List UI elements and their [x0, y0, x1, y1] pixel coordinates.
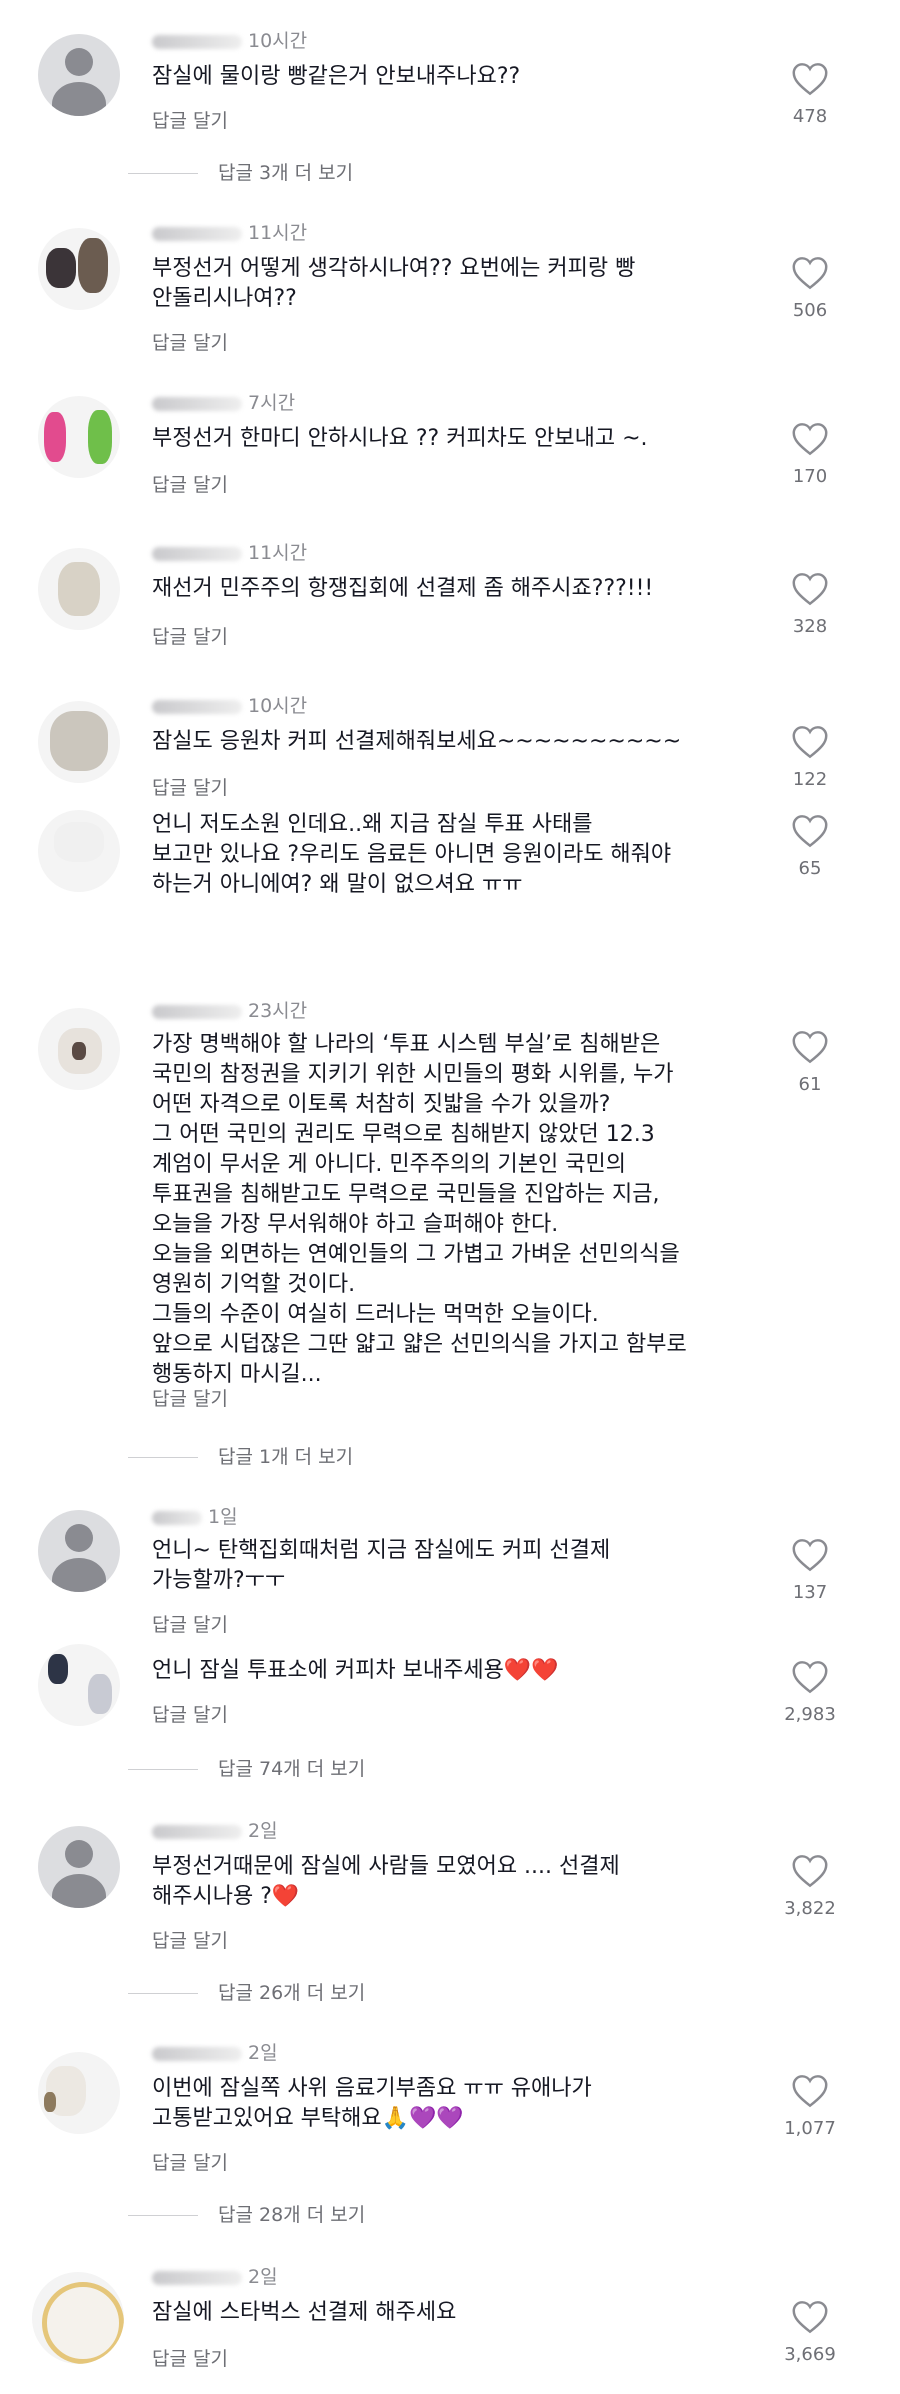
- comment-meta: 10시간: [152, 26, 307, 53]
- avatar[interactable]: [38, 548, 120, 630]
- comment-meta: 11시간: [152, 538, 307, 565]
- like-button[interactable]: 122: [760, 725, 860, 790]
- view-more-replies[interactable]: 답글 3개 더 보기: [128, 158, 353, 185]
- like-button[interactable]: 3,669: [760, 2300, 860, 2365]
- reply-button[interactable]: 답글 달기: [152, 328, 228, 355]
- like-count: 137: [792, 1582, 828, 1603]
- reply-button[interactable]: 답글 달기: [152, 470, 228, 497]
- avatar[interactable]: [38, 396, 120, 478]
- reply-button[interactable]: 답글 달기: [152, 1926, 228, 1953]
- heart-icon: [792, 1661, 828, 1694]
- like-count: 328: [792, 616, 828, 637]
- like-button[interactable]: 506: [760, 256, 860, 321]
- reply-button[interactable]: 답글 달기: [152, 622, 228, 649]
- avatar[interactable]: [38, 1008, 120, 1090]
- comment-text: 언니~ 탄핵집회때처럼 지금 잠실에도 커피 선결제 가능할까?ㅜㅜ: [152, 1538, 611, 1593]
- like-count: 3,669: [784, 2344, 836, 2365]
- view-more-replies[interactable]: 답글 26개 더 보기: [128, 1978, 365, 2005]
- avatar[interactable]: [32, 2272, 124, 2364]
- heart-icon: [792, 726, 828, 759]
- like-button[interactable]: 478: [760, 62, 860, 127]
- comment-text: 언니 잠실 투표소에 커피차 보내주세용❤️❤️: [152, 1658, 559, 1683]
- reply-button[interactable]: 답글 달기: [152, 1700, 228, 1727]
- like-count: 2,983: [784, 1704, 836, 1725]
- view-more-replies[interactable]: 답글 1개 더 보기: [128, 1442, 353, 1469]
- view-more-replies[interactable]: 답글 74개 더 보기: [128, 1754, 365, 1781]
- reply-button[interactable]: 답글 달기: [152, 1384, 228, 1411]
- like-button[interactable]: 170: [760, 422, 860, 487]
- comment-meta: 2일: [152, 2038, 278, 2065]
- heart-icon: [792, 1031, 828, 1064]
- comment-meta: 11시간: [152, 218, 307, 245]
- comment-text: 언니 저도소원 인데요..왜 지금 잠실 투표 사태를 보고만 있나요 ?우리도…: [152, 812, 672, 897]
- like-button[interactable]: 137: [760, 1538, 860, 1603]
- reply-button[interactable]: 답글 달기: [152, 2148, 228, 2175]
- avatar[interactable]: [38, 1644, 120, 1726]
- like-count: 1,077: [784, 2118, 836, 2139]
- heart-icon: [792, 1855, 828, 1888]
- like-count: 478: [792, 106, 828, 127]
- heart-icon: [792, 1539, 828, 1572]
- reply-button[interactable]: 답글 달기: [152, 1610, 228, 1637]
- comment-text: 가장 명백해야 할 나라의 ‘투표 시스템 부실’로 침해받은 국민의 참정권을…: [152, 1032, 687, 1387]
- like-button[interactable]: 328: [760, 572, 860, 637]
- like-count: 65: [798, 858, 822, 879]
- avatar[interactable]: [38, 2052, 120, 2134]
- avatar[interactable]: [38, 228, 120, 310]
- comment-meta: 1일: [152, 1502, 238, 1529]
- like-count: 61: [798, 1074, 822, 1095]
- reply-button[interactable]: 답글 달기: [152, 2344, 228, 2371]
- comment-text: 잠실에 물이랑 빵같은거 안보내주나요??: [152, 64, 521, 89]
- comment-meta: 10시간: [152, 691, 307, 718]
- comment-meta: 7시간: [152, 388, 295, 415]
- heart-icon: [792, 2301, 828, 2334]
- heart-icon: [792, 423, 828, 456]
- like-count: 170: [792, 466, 828, 487]
- heart-icon: [792, 63, 828, 96]
- reply-button[interactable]: 답글 달기: [152, 106, 228, 133]
- like-count: 122: [792, 769, 828, 790]
- comment-meta: 2일: [152, 2262, 278, 2289]
- heart-icon: [792, 257, 828, 290]
- like-count: 3,822: [784, 1898, 836, 1919]
- comment-meta: 2일: [152, 1816, 278, 1843]
- like-button[interactable]: 1,077: [760, 2074, 860, 2139]
- comment-meta: 23시간: [152, 996, 307, 1023]
- avatar[interactable]: [38, 1826, 120, 1908]
- like-button[interactable]: 61: [760, 1030, 860, 1095]
- reply-button[interactable]: 답글 달기: [152, 773, 228, 800]
- comment-text: 이번에 잠실쪽 사위 음료기부좀요 ㅠㅠ 유애나가 고통받고있어요 부탁해요🙏💜…: [152, 2076, 592, 2131]
- comment-text: 부정선거때문에 잠실에 사람들 모였어요 .... 선결제 해주시나용 ?❤️: [152, 1854, 620, 1909]
- heart-icon: [792, 2075, 828, 2108]
- view-more-replies[interactable]: 답글 28개 더 보기: [128, 2200, 365, 2227]
- comment-text: 잠실도 응원차 커피 선결제해줘보세요~~~~~~~~~~: [152, 729, 682, 754]
- avatar[interactable]: [38, 1510, 120, 1592]
- comment-text: 재선거 민주주의 항쟁집회에 선결제 좀 해주시죠???!!!: [152, 576, 654, 601]
- avatar[interactable]: [38, 810, 120, 892]
- like-button[interactable]: 65: [760, 814, 860, 879]
- heart-icon: [792, 573, 828, 606]
- avatar[interactable]: [38, 701, 120, 783]
- comment-text: 부정선거 한마디 안하시나요 ?? 커피차도 안보내고 ~.: [152, 426, 648, 451]
- like-button[interactable]: 2,983: [760, 1660, 860, 1725]
- like-button[interactable]: 3,822: [760, 1854, 860, 1919]
- comment-text: 잠실에 스타벅스 선결제 해주세요: [152, 2300, 457, 2325]
- avatar[interactable]: [38, 34, 120, 116]
- comment-text: 부정선거 어떻게 생각하시나여?? 요번에는 커피랑 빵 안돌리시나여??: [152, 256, 636, 311]
- like-count: 506: [792, 300, 828, 321]
- heart-icon: [792, 815, 828, 848]
